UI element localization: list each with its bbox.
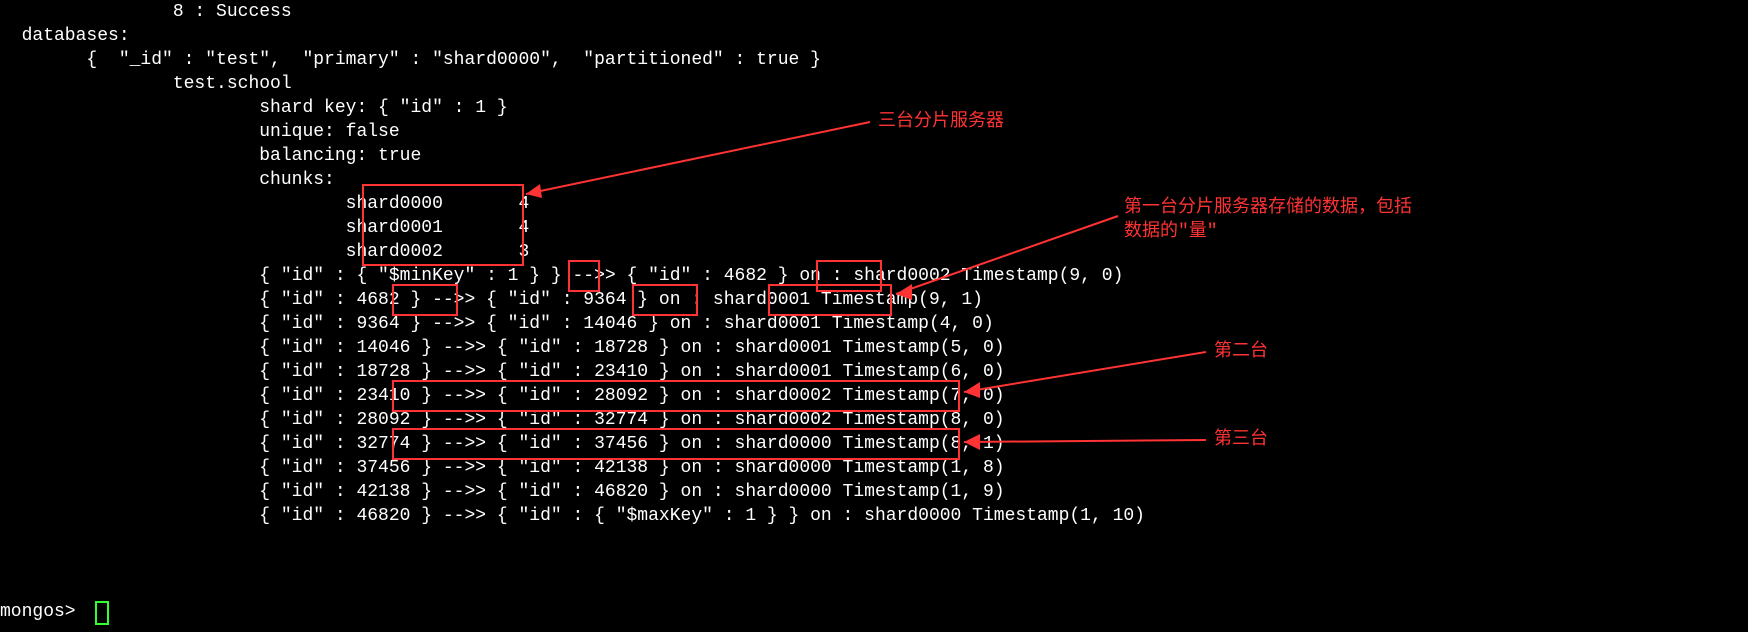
terminal-screen[interactable]: 8 : Success databases: { "_id" : "test",… xyxy=(0,0,1748,632)
arrow-to-third xyxy=(0,0,1748,632)
